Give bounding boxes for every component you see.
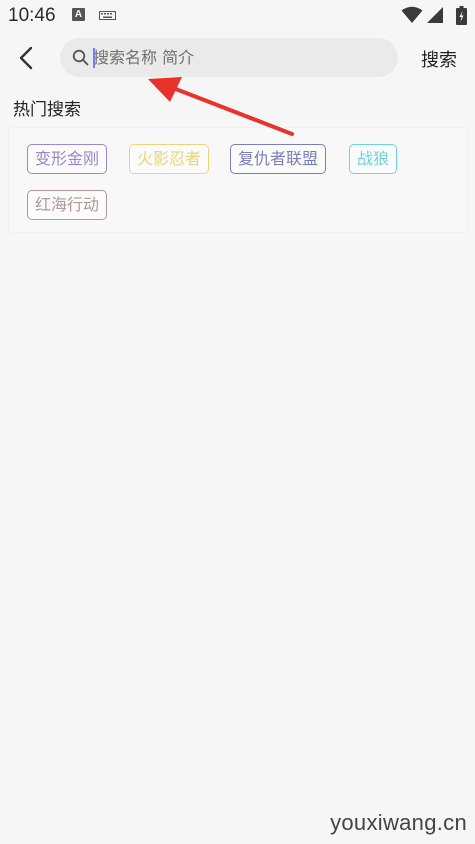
signal-icon <box>427 7 443 23</box>
screen: 10:46 A 搜索名称 简介 搜索 热门搜索 变形金刚 火影忍者 复仇者联盟 … <box>0 0 475 844</box>
hot-tag[interactable]: 战狼 <box>349 144 398 174</box>
status-time: 10:46 <box>8 5 56 26</box>
keyboard-icon <box>99 11 116 20</box>
hot-tag[interactable]: 红海行动 <box>27 190 108 220</box>
watermark: youxiwang.cn <box>330 810 467 835</box>
hot-search-panel: 变形金刚 火影忍者 复仇者联盟 战狼 红海行动 <box>8 127 468 233</box>
hot-tag[interactable]: 变形金刚 <box>27 144 108 174</box>
annotation-arrow <box>148 77 294 136</box>
search-button[interactable]: 搜索 <box>421 46 457 72</box>
back-button[interactable] <box>10 42 42 74</box>
hot-search-title: 热门搜索 <box>13 100 81 120</box>
text-cursor <box>93 48 95 68</box>
a-notification-icon: A <box>72 8 85 21</box>
hot-tag[interactable]: 复仇者联盟 <box>230 144 327 174</box>
battery-icon <box>456 6 467 25</box>
status-bar: 10:46 A <box>0 0 475 32</box>
chevron-left-icon <box>19 46 33 70</box>
search-icon <box>72 49 89 66</box>
wifi-icon <box>401 6 423 23</box>
hot-tag[interactable]: 火影忍者 <box>129 144 210 174</box>
